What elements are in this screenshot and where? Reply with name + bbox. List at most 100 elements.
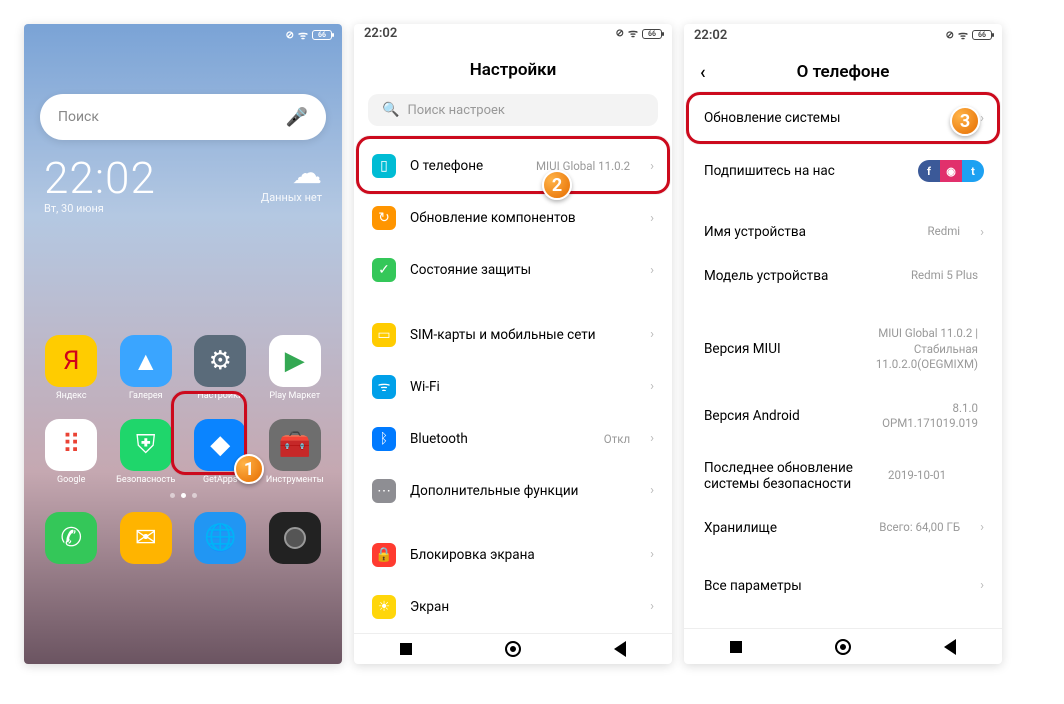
about-row-label: Хранилище [704, 520, 865, 536]
settings-row[interactable]: ☀ Экран › [354, 581, 672, 633]
app-label: Инструменты [266, 475, 324, 485]
about-row[interactable]: Версия Android 8.1.0 OPM1.171019.019 [684, 387, 1002, 446]
settings-block: 🔒 Блокировка экрана ›☀ Экран › [354, 529, 672, 633]
app-glyph-icon: ⠿ [45, 419, 97, 471]
app-icon-Яндекс[interactable]: ЯЯндекс [36, 335, 107, 401]
app-icon-Инструменты[interactable]: 🧰Инструменты [260, 419, 331, 485]
row-label: SIM-карты и мобильные сети [410, 327, 636, 343]
app-icon-Галерея[interactable]: ▲ Галерея [111, 335, 182, 401]
search-icon: 🔍 [382, 102, 399, 118]
chevron-right-icon: › [650, 159, 654, 174]
weather-icon: ☁ [261, 156, 322, 191]
nav-back-icon[interactable] [614, 641, 626, 657]
row-label: Дополнительные функции [410, 483, 636, 499]
page-indicator [24, 493, 342, 498]
settings-block: ↻ Обновление компонентов ›✓ Состояние за… [354, 192, 672, 296]
chevron-right-icon: › [980, 578, 984, 593]
about-row-label: Последнее обновление системы безопасност… [704, 460, 874, 492]
phone-about-screen: 22:02 ⊘ ᯤ 66 ‹ О телефоне Обновление сис… [684, 24, 1002, 664]
row-label: Wi-Fi [410, 379, 616, 395]
about-phone-label: О телефоне [410, 158, 522, 174]
app-icon-Google[interactable]: ⠿Google [36, 419, 107, 485]
app-icon-Настройки[interactable]: ⚙Настройки [185, 335, 256, 401]
about-phone-row[interactable]: ▯ О телефоне MIUI Global 11.0.2 › [354, 140, 672, 192]
row-label: Обновление компонентов [410, 210, 636, 226]
chevron-right-icon: › [650, 599, 654, 614]
settings-row[interactable]: ↻ Обновление компонентов › [354, 192, 672, 244]
browser-app-icon[interactable]: 🌐 [194, 512, 246, 564]
status-time: 22:02 [694, 28, 727, 43]
chevron-right-icon: › [980, 520, 984, 535]
nav-recent-icon[interactable] [400, 643, 412, 655]
about-row[interactable]: Хранилище Всего: 64,00 ГБ › [684, 506, 1002, 550]
phone-settings-screen: 22:02 ⊘ ᯤ 66 Настройки 🔍 Поиск настроек … [354, 24, 672, 664]
row-icon: ☀ [372, 595, 396, 619]
nav-recent-icon[interactable] [730, 641, 742, 653]
facebook-icon[interactable]: f [918, 160, 940, 182]
settings-row[interactable]: ✓ Состояние защиты › [354, 244, 672, 296]
step-bubble-3: 3 [950, 106, 980, 136]
app-label: GetApps [203, 475, 237, 485]
mic-icon[interactable]: 🎤 [286, 107, 308, 128]
clock-time: 22:02 [44, 156, 156, 200]
app-icon-Play Маркет[interactable]: ▶Play Маркет [260, 335, 331, 401]
phone-app-icon[interactable]: ✆ [45, 512, 97, 564]
clock-widget[interactable]: 22:02 Вт, 30 июня ☁ Данных нет [44, 156, 322, 215]
row-icon: ✓ [372, 258, 396, 282]
subscribe-row[interactable]: Подпишитесь на нас f ◉ t [684, 146, 1002, 196]
row-icon: ▭ [372, 323, 396, 347]
settings-row[interactable]: 🔒 Блокировка экрана › [354, 529, 672, 581]
settings-row[interactable]: ᯤ Wi-Fi › [354, 361, 672, 413]
about-row[interactable]: Последнее обновление системы безопасност… [684, 446, 1002, 506]
nav-home-icon[interactable] [505, 641, 521, 657]
about-row-value: Всего: 64,00 ГБ [879, 520, 960, 536]
search-bar[interactable]: Поиск 🎤 [40, 94, 326, 140]
app-glyph-icon: ▲ [120, 335, 172, 387]
row-label: Состояние защиты [410, 262, 636, 278]
settings-row[interactable]: ⋯ Дополнительные функции › [354, 465, 672, 517]
search-placeholder: Поиск [58, 109, 99, 125]
wifi-icon: ᯤ [958, 28, 968, 43]
app-label: Галерея [129, 391, 163, 401]
about-row[interactable]: Версия MIUI MIUI Global 11.0.2 | Стабиль… [684, 312, 1002, 387]
messages-app-icon[interactable]: ✉ [120, 512, 172, 564]
app-label: Настройки [197, 391, 243, 401]
search-placeholder: Поиск настроек [407, 103, 505, 118]
about-row[interactable]: Имя устройства Redmi › [684, 210, 1002, 254]
chevron-right-icon: › [980, 111, 984, 126]
system-update-row-wrap: Обновление системы › 3 [684, 96, 1002, 140]
weather-widget[interactable]: ☁ Данных нет [261, 156, 322, 204]
about-row-value: MIUI Global 11.0.2 | Стабильная 11.0.2.0… [833, 326, 978, 373]
row-label: Экран [410, 599, 636, 615]
row-icon: 🔒 [372, 543, 396, 567]
settings-row[interactable]: ▭ SIM-карты и мобильные сети › [354, 309, 672, 361]
status-bar: ⊘ ᯤ 66 [24, 24, 342, 44]
settings-search[interactable]: 🔍 Поиск настроек [368, 94, 658, 127]
clock-date: Вт, 30 июня [44, 202, 156, 215]
camera-app-icon[interactable] [269, 512, 321, 564]
app-label: Безопасность [116, 475, 175, 485]
twitter-icon[interactable]: t [962, 160, 984, 182]
settings-row[interactable]: ᛒ Bluetooth Откл › [354, 413, 672, 465]
about-row-label: Версия Android [704, 408, 868, 424]
app-glyph-icon: Я [45, 335, 97, 387]
status-bar: 22:02 ⊘ ᯤ 66 [354, 24, 672, 42]
about-row[interactable]: Все параметры › [684, 564, 1002, 608]
instagram-icon[interactable]: ◉ [940, 160, 962, 182]
about-row[interactable]: Модель устройства Redmi 5 Plus [684, 254, 1002, 298]
row-icon: ᛒ [372, 427, 396, 451]
app-label: Play Маркет [269, 391, 320, 401]
about-row-value: 2019-10-01 [888, 468, 946, 484]
app-glyph-icon: ⛨ [120, 419, 172, 471]
nav-back-icon[interactable] [944, 639, 956, 655]
battery-indicator: 66 [642, 29, 662, 39]
about-phone-row-wrap: ▯ О телефоне MIUI Global 11.0.2 › 2 [354, 140, 672, 192]
row-icon: ⋯ [372, 479, 396, 503]
subscribe-label: Подпишитесь на нас [704, 163, 904, 179]
app-icon-Безопасность[interactable]: ⛨ Безопасность [111, 419, 182, 485]
nav-home-icon[interactable] [835, 639, 851, 655]
back-button[interactable]: ‹ [700, 62, 706, 83]
do-not-disturb-icon: ⊘ [616, 28, 624, 39]
status-bar: 22:02 ⊘ ᯤ 66 [684, 24, 1002, 44]
about-row-value: Redmi [928, 224, 961, 240]
